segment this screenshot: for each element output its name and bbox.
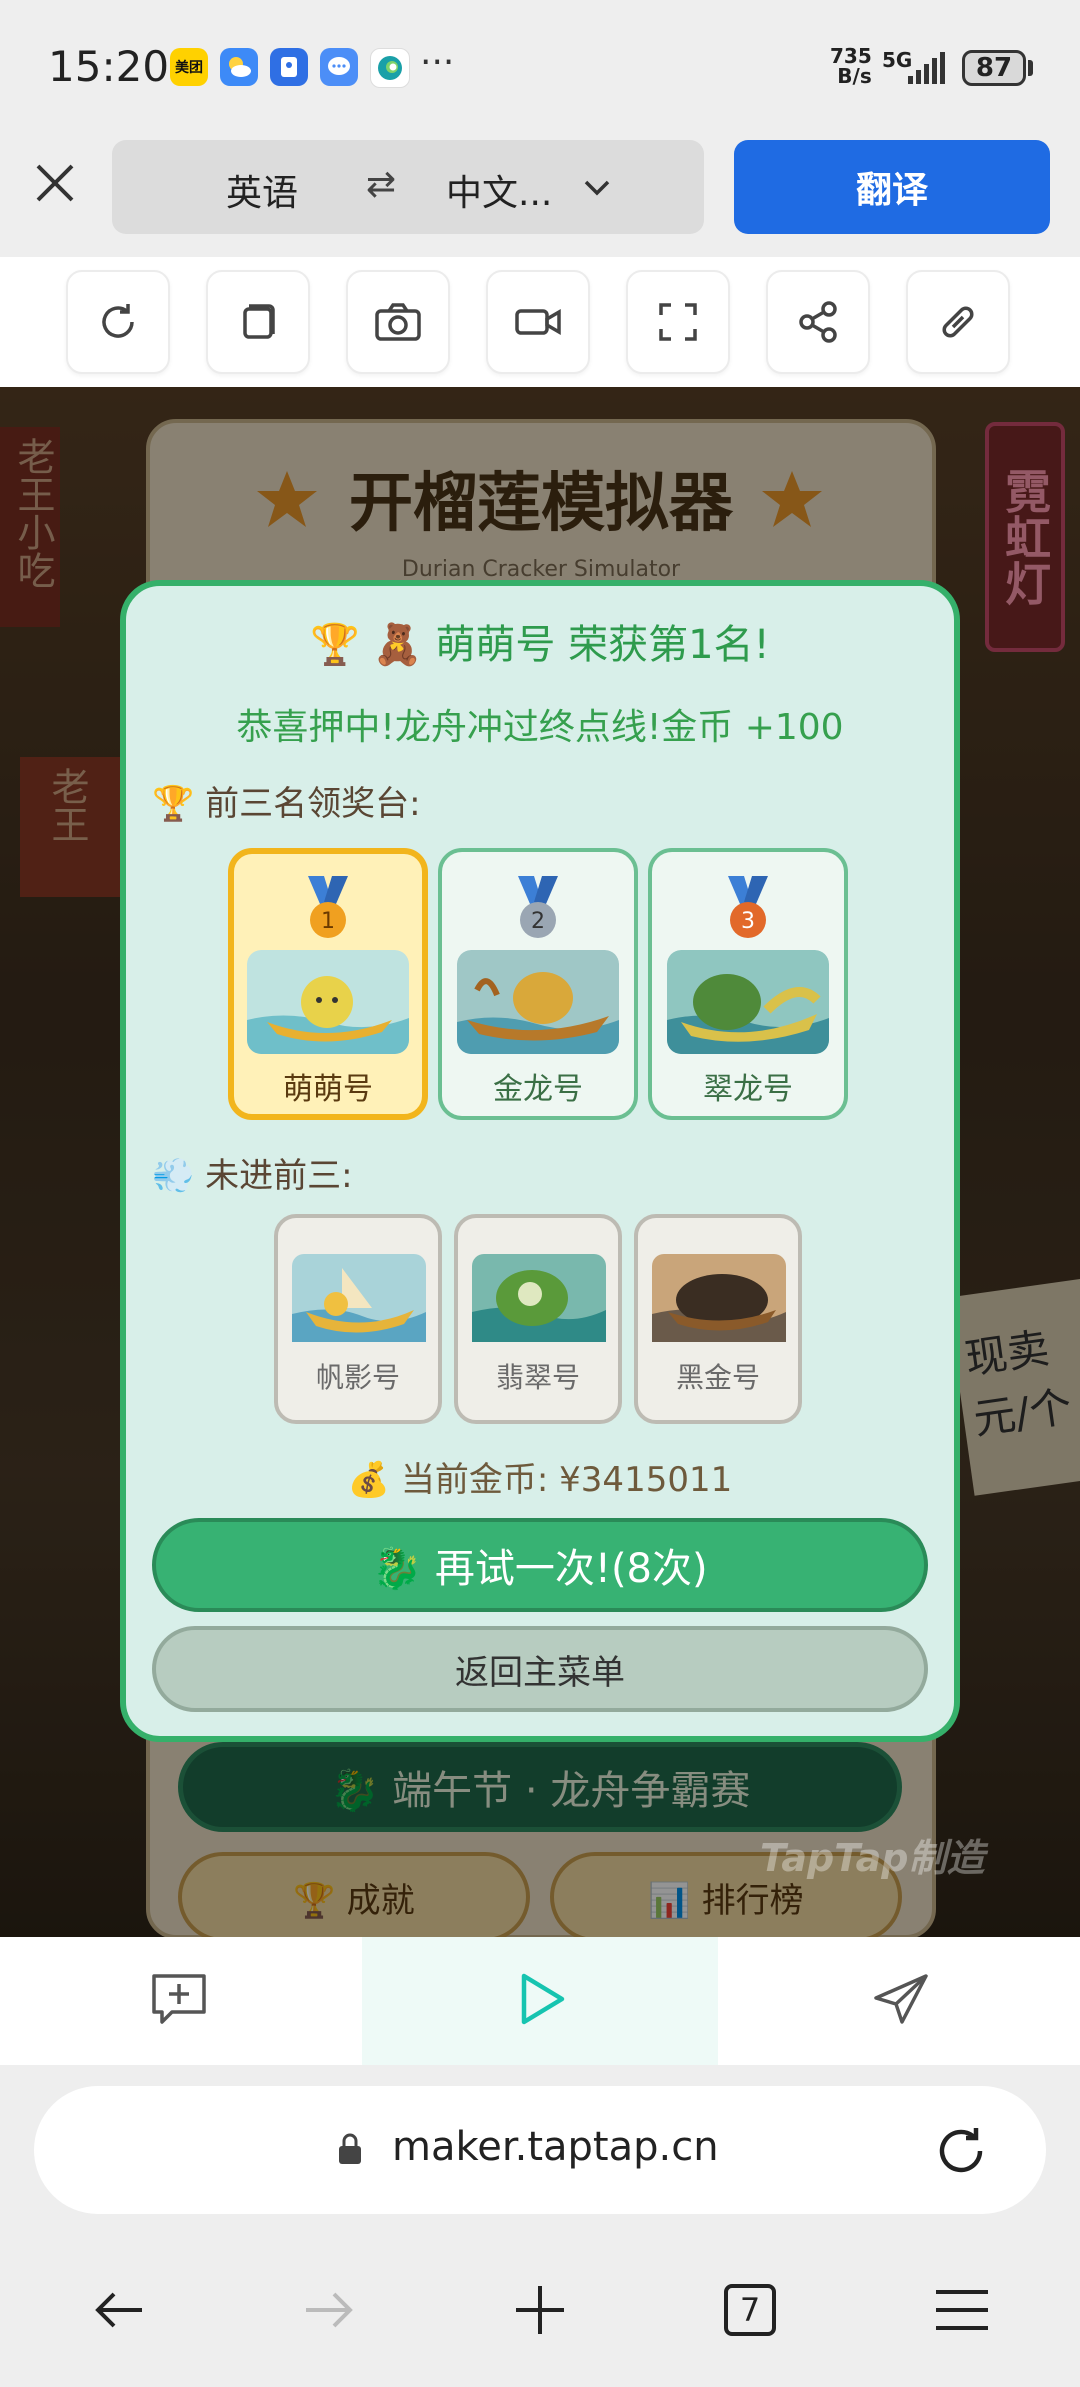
battery-level: 87 bbox=[975, 53, 1013, 83]
bronze-medal-icon: 3 bbox=[728, 876, 768, 938]
tabs-button[interactable]: 7 bbox=[724, 2284, 776, 2336]
boat-name: 金龙号 bbox=[493, 1072, 583, 1107]
medal-rank: 2 bbox=[531, 909, 545, 934]
share-tool[interactable] bbox=[766, 270, 870, 374]
new-tab-plus-icon[interactable] bbox=[510, 2280, 570, 2340]
more-notifications: ··· bbox=[420, 42, 455, 83]
boat-image-cuilong bbox=[667, 950, 829, 1054]
medal-rank: 1 bbox=[321, 909, 335, 934]
result-message: 恭喜押中!龙舟冲过终点线!金币 +100 bbox=[236, 707, 844, 748]
boat-name: 翡翠号 bbox=[495, 1361, 580, 1394]
meituan-icon: 美团 bbox=[170, 48, 208, 86]
other-boat-card-1: 帆影号 bbox=[274, 1214, 442, 1424]
boat-name: 黑金号 bbox=[675, 1361, 760, 1394]
medal-rank: 3 bbox=[741, 909, 755, 934]
lock-icon bbox=[339, 2133, 361, 2164]
link-icon bbox=[942, 306, 974, 338]
podium-card-1: 1 萌萌号 bbox=[228, 848, 428, 1120]
copy-tool[interactable] bbox=[206, 270, 310, 374]
other-boat-card-2: 翡翠号 bbox=[454, 1214, 622, 1424]
play-button[interactable] bbox=[512, 1970, 570, 2032]
refresh-icon bbox=[102, 304, 134, 338]
podium-card-2: 2 金龙号 bbox=[438, 848, 638, 1120]
camera-icon bbox=[375, 303, 421, 341]
video-tool[interactable] bbox=[486, 270, 590, 374]
edge-icon bbox=[370, 48, 410, 88]
translate-button[interactable]: 翻译 bbox=[734, 140, 1050, 234]
boat-image-fanying bbox=[292, 1254, 426, 1342]
podium-card-3: 3 翠龙号 bbox=[648, 848, 848, 1120]
target-language[interactable]: 中文... bbox=[446, 164, 552, 216]
boat-image-mengmeng bbox=[247, 950, 409, 1054]
boat-image-jinlong bbox=[457, 950, 619, 1054]
video-icon bbox=[515, 308, 561, 336]
refresh-tool[interactable] bbox=[66, 270, 170, 374]
silver-medal-icon: 2 bbox=[518, 876, 558, 938]
status-time: 15:20 bbox=[48, 42, 170, 91]
fullscreen-tool[interactable] bbox=[626, 270, 730, 374]
signal-icon bbox=[908, 52, 945, 84]
other-boat-card-3: 黑金号 bbox=[634, 1214, 802, 1424]
language-selector[interactable] bbox=[112, 140, 704, 234]
share-icon bbox=[799, 301, 837, 343]
boat-image-feicui bbox=[472, 1254, 606, 1342]
send-icon bbox=[874, 1974, 928, 2024]
menu-icon[interactable] bbox=[932, 2280, 992, 2340]
net-speed-unit: B/s bbox=[837, 64, 872, 88]
comment-button[interactable] bbox=[148, 1970, 210, 2032]
reload-icon[interactable] bbox=[932, 2122, 990, 2180]
forward-arrow-icon[interactable] bbox=[298, 2280, 358, 2340]
boat-name: 帆影号 bbox=[315, 1361, 400, 1394]
comment-icon bbox=[152, 1974, 206, 2024]
battery-tip bbox=[1028, 60, 1033, 76]
gold-medal-icon: 1 bbox=[308, 876, 348, 938]
not-top-three-label: 💨 未进前三: bbox=[152, 1156, 353, 1196]
chevron-down-icon[interactable] bbox=[580, 170, 614, 204]
app-blue-icon bbox=[270, 48, 308, 86]
send-button[interactable] bbox=[872, 1972, 930, 2030]
fullscreen-icon bbox=[659, 303, 697, 341]
retry-button[interactable]: 🐉 再试一次!(8次) bbox=[152, 1518, 928, 1612]
play-icon bbox=[521, 1973, 565, 2025]
back-arrow-icon[interactable] bbox=[90, 2280, 150, 2340]
back-to-menu-button[interactable]: 返回主菜单 bbox=[152, 1626, 928, 1712]
chat-icon bbox=[320, 48, 358, 86]
source-language[interactable]: 英语 bbox=[226, 164, 298, 216]
result-title: 🏆 🧸 萌萌号 荣获第1名! bbox=[310, 622, 770, 668]
camera-tool[interactable] bbox=[346, 270, 450, 374]
link-tool[interactable] bbox=[906, 270, 1010, 374]
net-speed-value: 735 bbox=[830, 44, 872, 68]
copy-icon bbox=[243, 304, 275, 339]
net-speed: 735 B/s bbox=[830, 46, 872, 86]
meituan-icon-label: 美团 bbox=[175, 60, 203, 76]
swap-icon[interactable]: ⇄ bbox=[366, 164, 396, 205]
close-icon[interactable] bbox=[30, 158, 80, 208]
boat-image-heijin bbox=[652, 1254, 786, 1342]
battery-icon: 87 bbox=[962, 50, 1026, 86]
weather-icon bbox=[220, 48, 258, 86]
taptap-watermark: TapTap制造 bbox=[760, 1836, 985, 1880]
url-text[interactable]: maker.taptap.cn bbox=[392, 2124, 719, 2170]
current-coins: 💰 当前金币: ¥3415011 bbox=[347, 1460, 733, 1500]
boat-name: 萌萌号 bbox=[283, 1072, 373, 1107]
boat-name: 翠龙号 bbox=[703, 1072, 793, 1107]
podium-label: 🏆 前三名领奖台: bbox=[152, 784, 421, 824]
